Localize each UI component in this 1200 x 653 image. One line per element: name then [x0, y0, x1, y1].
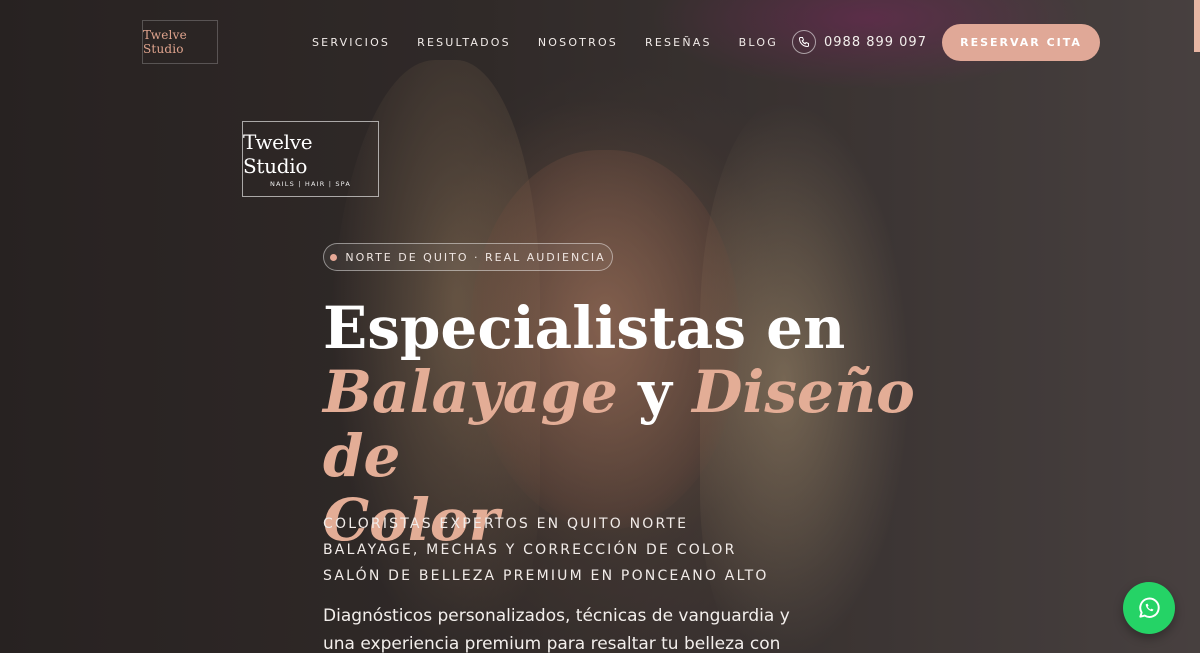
- hero-logo-subtitle: NAILS | HAIR | SPA: [269, 180, 352, 188]
- nav-item-resenas[interactable]: RESEÑAS: [645, 36, 712, 49]
- phone-icon: [792, 30, 816, 54]
- nav-item-nosotros[interactable]: NOSOTROS: [538, 36, 618, 49]
- book-appointment-button[interactable]: RESERVAR CITA: [942, 24, 1100, 61]
- header-logo-text: Twelve Studio: [143, 28, 187, 56]
- phone-link[interactable]: 0988 899 097: [792, 30, 927, 54]
- nav-item-servicios[interactable]: SERVICIOS: [312, 36, 390, 49]
- headline-connector: y: [617, 358, 693, 426]
- tagline-1: COLORISTAS EXPERTOS EN QUITO NORTE: [323, 516, 689, 532]
- tagline-2: BALAYAGE, MECHAS Y CORRECCIÓN DE COLOR: [323, 542, 737, 558]
- headline-accent-balayage: Balayage: [323, 358, 618, 426]
- location-badge: NORTE DE QUITO · REAL AUDIENCIA: [323, 243, 613, 271]
- hero-logo: Twelve Studio NAILS | HAIR | SPA: [242, 121, 379, 197]
- hero-description: Diagnósticos personalizados, técnicas de…: [323, 606, 790, 653]
- nav-item-resultados[interactable]: RESULTADOS: [417, 36, 511, 49]
- whatsapp-icon: [1139, 597, 1160, 618]
- nav-item-blog[interactable]: BLOG: [739, 36, 778, 49]
- header-logo[interactable]: Twelve Studio: [142, 20, 218, 64]
- whatsapp-button[interactable]: [1123, 582, 1175, 634]
- hero-logo-brand: Twelve Studio: [243, 130, 313, 178]
- headline-line1: Especialistas en: [323, 294, 846, 362]
- scroll-indicator: [1194, 0, 1200, 52]
- main-nav: SERVICIOS RESULTADOS NOSOTROS RESEÑAS BL…: [312, 36, 778, 49]
- location-badge-text: NORTE DE QUITO · REAL AUDIENCIA: [345, 250, 606, 264]
- badge-dot: [330, 253, 338, 261]
- hero-taglines: COLORISTAS EXPERTOS EN QUITO NORTE BALAY…: [323, 511, 769, 589]
- tagline-3: SALÓN DE BELLEZA PREMIUM EN PONCEANO ALT…: [323, 568, 769, 584]
- phone-number: 0988 899 097: [824, 34, 927, 50]
